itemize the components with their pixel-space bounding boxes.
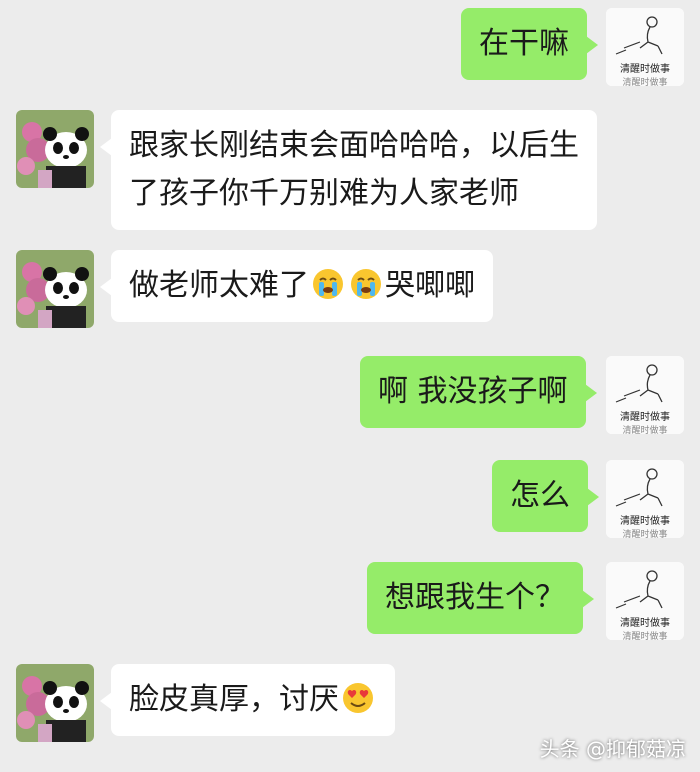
message-text: 啊 我没孩子啊 — [378, 374, 568, 409]
crying-face-icon — [311, 267, 345, 301]
crying-face-icon — [349, 267, 383, 301]
avatar-caption: 清醒时做事 — [620, 514, 670, 527]
contact-avatar[interactable] — [16, 250, 94, 328]
contact-avatar[interactable] — [16, 110, 94, 188]
message-text: 想跟我生个？ — [385, 580, 565, 615]
message-bubble-incoming[interactable]: 做老师太难了 哭唧唧 — [100, 250, 493, 322]
sketch-figure-avatar-icon: 清醒时做事 清醒时做事 — [606, 8, 684, 86]
panda-avatar-icon — [16, 110, 94, 188]
message-text: 脸皮真厚，讨厌 — [129, 682, 339, 717]
source-watermark: 头条 @抑郁菇凉 — [539, 737, 686, 761]
avatar-caption: 清醒时做事 — [620, 62, 670, 75]
avatar-caption-faint: 清醒时做事 — [622, 630, 667, 640]
panda-avatar-icon — [16, 250, 94, 328]
avatar-caption-faint: 清醒时做事 — [622, 528, 667, 538]
message-bubble-outgoing[interactable]: 怎么 — [492, 460, 599, 532]
self-avatar[interactable]: 清醒时做事 清醒时做事 — [606, 562, 684, 640]
self-avatar[interactable]: 清醒时做事 清醒时做事 — [606, 8, 684, 86]
contact-avatar[interactable] — [16, 664, 94, 742]
message-bubble-outgoing[interactable]: 想跟我生个？ — [367, 562, 594, 634]
message-text-line: 了孩子你千万别难为人家老师 — [129, 176, 519, 211]
avatar-caption-faint: 清醒时做事 — [622, 76, 667, 86]
self-avatar[interactable]: 清醒时做事 清醒时做事 — [606, 460, 684, 538]
message-bubble-incoming[interactable]: 脸皮真厚，讨厌 — [100, 664, 395, 736]
message-bubble-outgoing[interactable]: 在干嘛 — [461, 8, 598, 80]
self-avatar[interactable]: 清醒时做事 清醒时做事 — [606, 356, 684, 434]
message-text: 哭唧唧 — [385, 268, 475, 303]
message-text: 在干嘛 — [479, 26, 569, 61]
message-text-line: 跟家长刚结束会面哈哈哈，以后生 — [129, 128, 579, 163]
sketch-figure-avatar-icon: 清醒时做事 清醒时做事 — [606, 562, 684, 640]
avatar-caption: 清醒时做事 — [620, 410, 670, 423]
message-bubble-outgoing[interactable]: 啊 我没孩子啊 — [360, 356, 597, 428]
panda-avatar-icon — [16, 664, 94, 742]
sketch-figure-avatar-icon: 清醒时做事 清醒时做事 — [606, 356, 684, 434]
avatar-caption: 清醒时做事 — [620, 616, 670, 629]
message-text: 做老师太难了 — [129, 268, 309, 303]
message-bubble-incoming[interactable]: 跟家长刚结束会面哈哈哈，以后生 了孩子你千万别难为人家老师 — [100, 110, 597, 230]
avatar-caption-faint: 清醒时做事 — [622, 424, 667, 434]
heart-eyes-face-icon — [341, 681, 375, 715]
message-text: 怎么 — [510, 478, 570, 513]
sketch-figure-avatar-icon: 清醒时做事 清醒时做事 — [606, 460, 684, 538]
